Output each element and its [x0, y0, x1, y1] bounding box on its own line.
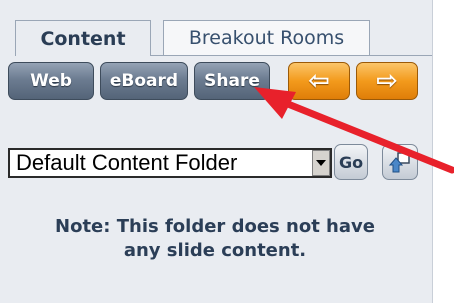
forward-button[interactable]: ⇨: [356, 62, 418, 100]
dropdown-toggle[interactable]: [312, 150, 330, 176]
tab-bar: Content Breakout Rooms: [0, 0, 432, 56]
arrow-right-icon: ⇨: [376, 66, 398, 96]
tab-divider: [151, 55, 432, 56]
go-button[interactable]: Go: [334, 144, 368, 180]
share-button[interactable]: Share: [194, 62, 270, 100]
back-button[interactable]: ⇦: [288, 62, 350, 100]
eboard-button[interactable]: eBoard: [100, 62, 188, 100]
empty-folder-note: Note: This folder does not have any slid…: [10, 215, 420, 263]
content-folder-select[interactable]: Default Content Folder: [8, 148, 330, 178]
select-border: [330, 148, 332, 178]
tab-content[interactable]: Content: [15, 20, 151, 56]
arrow-left-icon: ⇦: [308, 66, 330, 96]
folder-up-icon: [388, 152, 410, 173]
note-line-1: Note: This folder does not have: [55, 216, 375, 237]
folder-up-button[interactable]: [382, 144, 418, 180]
web-button[interactable]: Web: [8, 62, 94, 100]
content-folder-selected-value: Default Content Folder: [16, 150, 238, 175]
content-toolbar: Web eBoard Share ⇦ ⇨: [0, 58, 432, 104]
tab-breakout-rooms[interactable]: Breakout Rooms: [163, 20, 370, 56]
content-panel: Content Breakout Rooms Web eBoard Share …: [0, 0, 433, 303]
chevron-down-icon: [316, 160, 326, 166]
note-line-2: any slide content.: [123, 240, 307, 261]
